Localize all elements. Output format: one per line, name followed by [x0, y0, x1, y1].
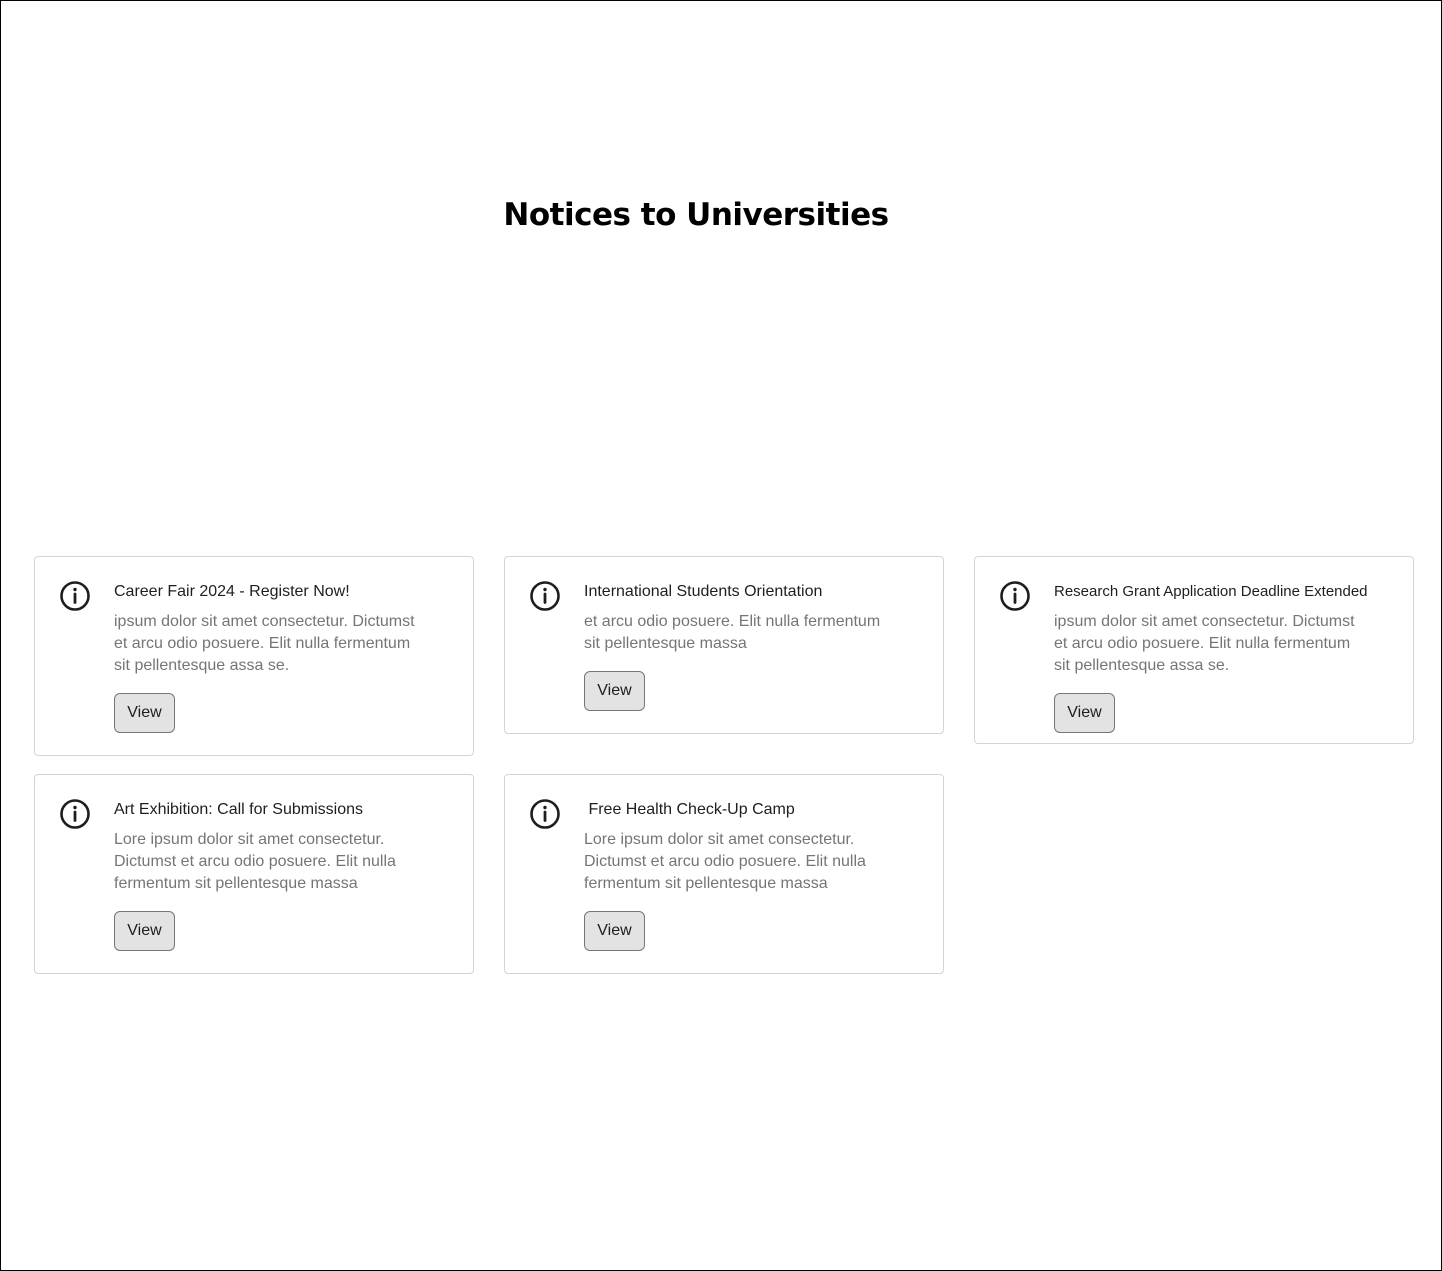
notice-title: Research Grant Application Deadline Exte…	[1054, 583, 1368, 600]
view-button[interactable]: View	[114, 911, 175, 951]
notice-card-international-orientation: International Students Orientation et ar…	[504, 556, 944, 734]
notice-description: ipsum dolor sit amet consectetur. Dictum…	[1054, 613, 1355, 674]
info-icon	[530, 799, 560, 829]
info-icon	[60, 581, 90, 611]
view-button[interactable]: View	[1054, 693, 1115, 733]
view-button[interactable]: View	[114, 693, 175, 733]
notice-card-health-camp: Free Health Check-Up Camp Lore ipsum dol…	[504, 774, 944, 974]
notice-description: Lore ipsum dolor sit amet consectetur. D…	[584, 831, 866, 892]
notice-description: ipsum dolor sit amet consectetur. Dictum…	[114, 613, 415, 674]
notice-card-research-grant: Research Grant Application Deadline Exte…	[974, 556, 1414, 744]
notice-title: Art Exhibition: Call for Submissions	[114, 801, 363, 818]
view-button[interactable]: View	[584, 911, 645, 951]
notice-title: Free Health Check-Up Camp	[584, 801, 795, 818]
page-frame: Notices to Universities Career Fair 2024…	[0, 0, 1442, 1271]
notice-title: Career Fair 2024 - Register Now!	[114, 583, 350, 600]
notice-title: International Students Orientation	[584, 583, 823, 600]
page-title: Notices to Universities	[503, 197, 889, 233]
info-icon	[530, 581, 560, 611]
notice-card-career-fair: Career Fair 2024 - Register Now! ipsum d…	[34, 556, 474, 756]
notice-description: Lore ipsum dolor sit amet consectetur. D…	[114, 831, 396, 892]
info-icon	[60, 799, 90, 829]
notice-card-art-exhibition: Art Exhibition: Call for Submissions Lor…	[34, 774, 474, 974]
notice-description: et arcu odio posuere. Elit nulla ferment…	[584, 613, 881, 652]
view-button[interactable]: View	[584, 671, 645, 711]
info-icon	[1000, 581, 1030, 611]
